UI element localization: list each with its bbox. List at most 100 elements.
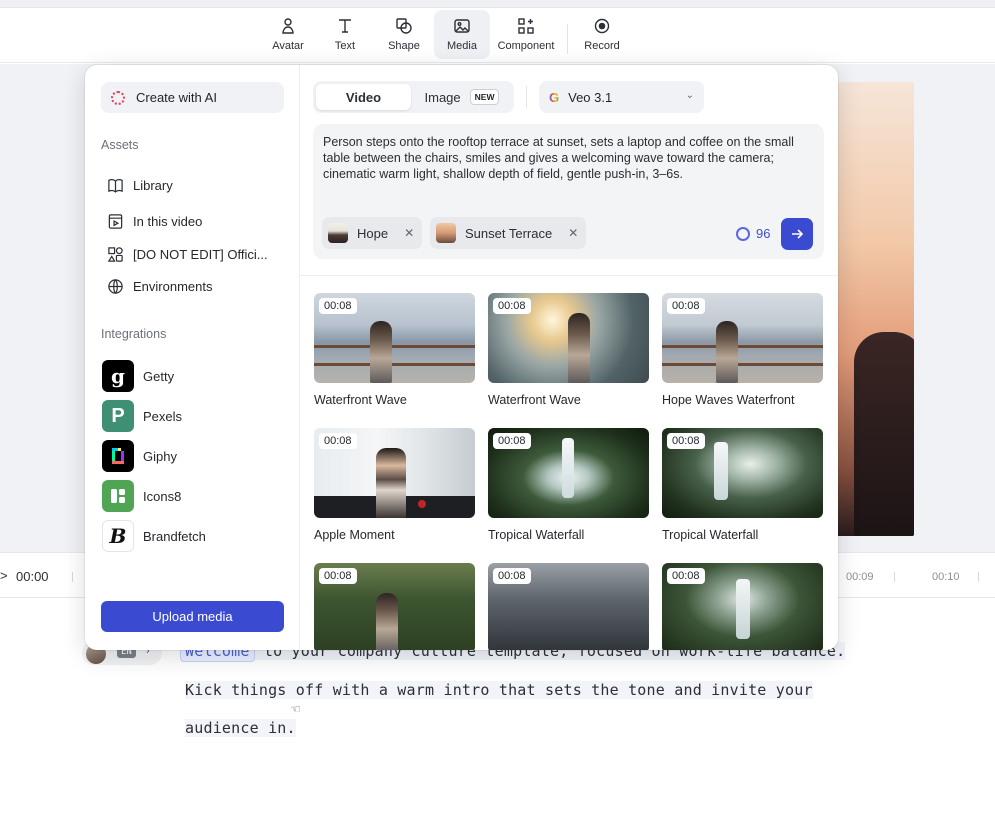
script-line-2[interactable]: Kick things off with a warm intro that s… (185, 681, 813, 699)
avatar-icon (282, 18, 294, 34)
railing (314, 363, 475, 366)
waterfall (736, 579, 750, 639)
duration-badge: 00:08 (493, 433, 531, 449)
brandfetch-logo-icon: B (102, 520, 134, 552)
thumbnail-person (376, 593, 398, 650)
globe-icon (108, 278, 123, 294)
model-select[interactable]: G Veo 3.1 ⌄ (539, 81, 704, 113)
upload-media-button[interactable]: Upload media (101, 601, 284, 632)
media-card[interactable]: 00:08 (314, 563, 475, 650)
thumbnail-person (568, 313, 590, 383)
component-icon (518, 18, 534, 34)
shapes-icon (107, 246, 123, 262)
sidebar-item-label: Environments (133, 278, 213, 294)
timeline-current-time: 00:00 (16, 569, 49, 584)
tab-video[interactable]: Video (316, 84, 411, 110)
new-badge: NEW (469, 89, 500, 105)
generate-button[interactable] (781, 218, 813, 250)
model-select-value: Veo 3.1 (568, 89, 613, 105)
media-card[interactable]: 00:08 Hope Waves Waterfront (662, 293, 823, 407)
media-thumbnail: 00:08 (488, 563, 649, 650)
duration-badge: 00:08 (667, 298, 705, 314)
media-panel-sidebar: Create with AI Assets Library In this vi… (85, 65, 300, 650)
integrations-heading: Integrations (101, 327, 167, 341)
timeline-tick (72, 572, 73, 582)
media-card-title: Tropical Waterfall (488, 528, 585, 542)
shape-icon (396, 18, 412, 34)
timeline-mark: 00:09 (846, 571, 874, 583)
timeline-mark: 00:10 (932, 571, 960, 583)
integration-giphy[interactable]: Giphy (102, 440, 177, 472)
environment-reference-chip[interactable]: Sunset Terrace ✕ (430, 217, 587, 249)
timeline-tick (978, 572, 979, 582)
media-card[interactable]: 00:08 (488, 563, 649, 650)
media-card[interactable]: 00:08 Waterfront Wave (488, 293, 649, 407)
media-icon (454, 19, 470, 33)
create-with-ai-button[interactable]: Create with AI (101, 82, 284, 113)
tab-image-label: Image (424, 89, 461, 105)
sidebar-item-label: [DO NOT EDIT] Offici... (133, 246, 268, 262)
sidebar-item-library[interactable]: Library (107, 173, 173, 197)
media-thumbnail: 00:08 (662, 293, 823, 383)
credits-coin-icon (736, 226, 750, 241)
script-line-3[interactable]: audience in. (185, 719, 296, 737)
media-card[interactable]: 00:08 Tropical Waterfall (662, 428, 823, 542)
avatar-chip-label: Hope (357, 225, 389, 241)
remove-chip-icon[interactable]: ✕ (568, 226, 578, 240)
media-card[interactable]: 00:08 (662, 563, 823, 650)
prompt-input[interactable]: Person steps onto the rooftop terrace at… (323, 134, 818, 182)
remove-chip-icon[interactable]: ✕ (404, 226, 414, 240)
media-card[interactable]: 00:08 Waterfront Wave (314, 293, 475, 407)
toolbar-media-button[interactable]: Media (434, 10, 490, 59)
toolbar-record-label: Record (584, 40, 620, 52)
media-generator: Video Image NEW G Veo 3.1 ⌄ Person steps… (300, 65, 838, 650)
integration-pexels[interactable]: P Pexels (102, 400, 182, 432)
media-card-title: Tropical Waterfall (662, 528, 759, 542)
duration-badge: 00:08 (493, 298, 531, 314)
duration-badge: 00:08 (319, 433, 357, 449)
integration-label: Brandfetch (143, 528, 206, 544)
toolbar-avatar-button[interactable]: Avatar (264, 10, 312, 59)
integration-getty[interactable]: g Getty (102, 360, 174, 392)
toolbar-text-button[interactable]: Text (322, 10, 368, 59)
media-card[interactable]: 00:08 Apple Moment (314, 428, 475, 542)
google-logo-icon: G (549, 89, 560, 105)
duration-badge: 00:08 (667, 433, 705, 449)
media-card-title: Waterfront Wave (314, 393, 407, 407)
media-card-title: Waterfront Wave (488, 393, 581, 407)
prompt-box: Person steps onto the rooftop terrace at… (313, 124, 824, 259)
thumbnail-person (370, 321, 392, 383)
integration-brandfetch[interactable]: B Brandfetch (102, 520, 206, 552)
media-card[interactable]: 00:08 Tropical Waterfall (488, 428, 649, 542)
environment-chip-label: Sunset Terrace (465, 225, 553, 241)
avatar-reference-chip[interactable]: Hope ✕ (322, 217, 423, 249)
tab-image[interactable]: Image NEW (413, 84, 511, 110)
toolbar-shape-label: Shape (388, 40, 420, 52)
media-thumbnail: 00:08 (488, 428, 649, 518)
toolbar-component-button[interactable]: Component (493, 10, 559, 59)
media-thumbnail: 00:08 (662, 563, 823, 650)
book-icon (108, 178, 123, 193)
environment-thumbnail (436, 223, 456, 243)
toolbar-separator (567, 24, 568, 54)
integration-label: Getty (143, 368, 175, 384)
railing (662, 363, 823, 366)
toolbar-text-label: Text (334, 40, 356, 52)
sidebar-item-official-assets[interactable]: [DO NOT EDIT] Offici... (107, 242, 268, 266)
record-icon (594, 18, 610, 34)
timeline-tick (894, 572, 895, 582)
apple (418, 500, 426, 508)
toolbar-component-label: Component (497, 40, 555, 52)
sidebar-item-environments[interactable]: Environments (107, 274, 212, 298)
toolbar-record-button[interactable]: Record (578, 10, 626, 59)
integration-label: Pexels (143, 408, 183, 424)
toolbar-shape-button[interactable]: Shape (380, 10, 428, 59)
integration-icons8[interactable]: Icons8 (102, 480, 181, 512)
toolbar-media-label: Media (447, 40, 477, 52)
sidebar-item-in-this-video[interactable]: In this video (107, 209, 202, 233)
waterfall (562, 438, 574, 498)
media-thumbnail: 00:08 (488, 293, 649, 383)
pexels-logo-icon: P (102, 400, 134, 432)
create-with-ai-label: Create with AI (136, 90, 217, 105)
play-icon[interactable]: > (0, 568, 8, 583)
